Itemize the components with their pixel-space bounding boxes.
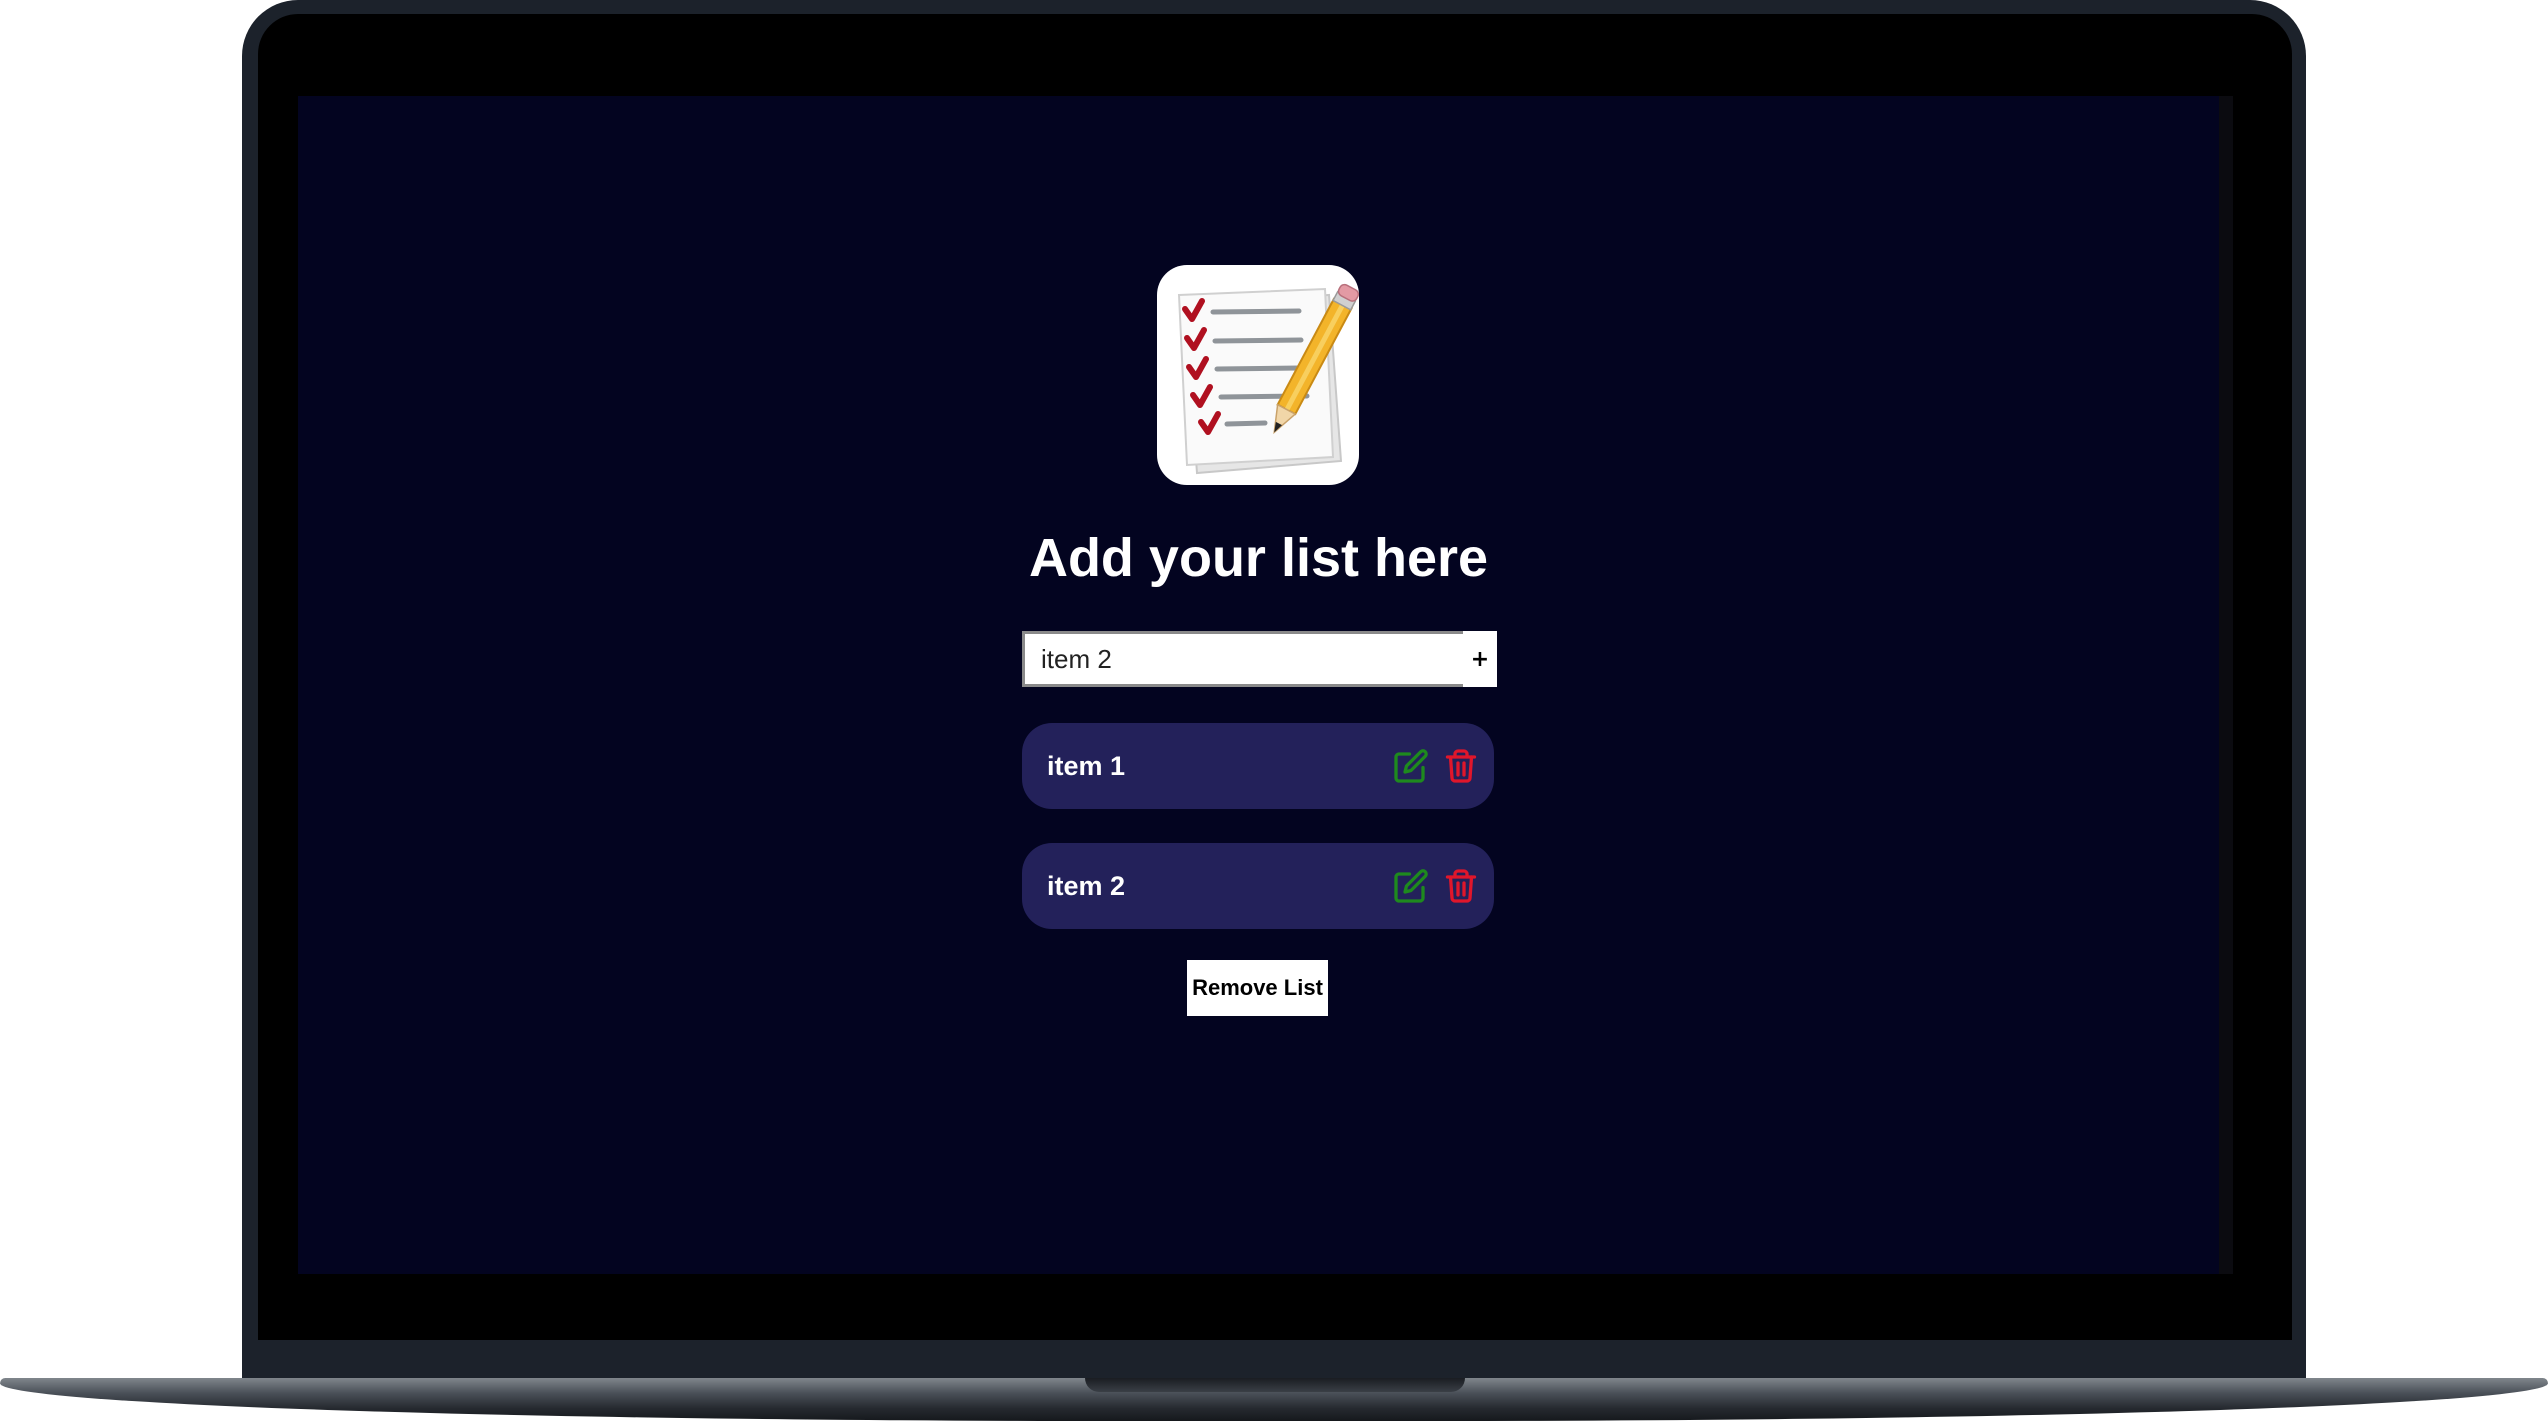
checklist-pencil-icon — [1157, 265, 1359, 485]
item-label: item 2 — [1047, 870, 1126, 901]
item-label: item 1 — [1047, 750, 1126, 781]
list-item: item 2 — [1022, 843, 1494, 929]
laptop-notch — [1085, 1378, 1465, 1392]
add-item-form: + — [1022, 631, 1497, 687]
trash-icon[interactable] — [1442, 746, 1480, 786]
list-item: item 1 — [1022, 723, 1494, 809]
todo-list: item 1 item 2 — [1022, 723, 1494, 963]
page-title: Add your list here — [1028, 528, 1489, 588]
screen-edge — [2219, 96, 2233, 1274]
laptop-mockup: Add your list here + item 1 — [0, 0, 2548, 1421]
app-screen: Add your list here + item 1 — [298, 96, 2233, 1274]
add-item-button[interactable]: + — [1463, 631, 1497, 687]
edit-icon[interactable] — [1392, 746, 1430, 786]
item-input[interactable] — [1022, 631, 1463, 687]
remove-list-button[interactable]: Remove List — [1187, 960, 1328, 1016]
trash-icon[interactable] — [1442, 866, 1480, 906]
edit-icon[interactable] — [1392, 866, 1430, 906]
